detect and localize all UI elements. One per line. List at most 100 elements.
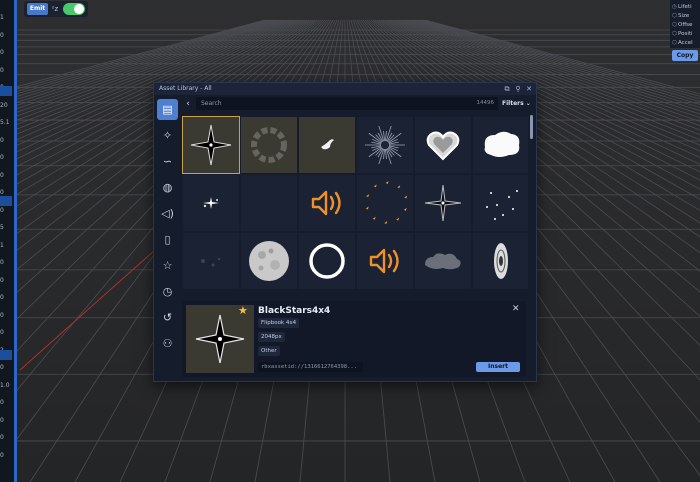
speaker-icon[interactable]: ◁): [157, 203, 178, 224]
property-value[interactable]: 1: [0, 242, 12, 249]
asset-thumbnail: [424, 184, 462, 222]
property-value[interactable]: 0: [0, 137, 12, 144]
asset-tile[interactable]: [473, 117, 528, 173]
property-value[interactable]: 0: [0, 277, 12, 284]
asset-thumbnail: [249, 241, 289, 281]
property-value[interactable]: 1.0: [0, 382, 12, 389]
history-icon[interactable]: ↺: [157, 307, 178, 328]
property-row[interactable]: ⬡Offse: [672, 22, 700, 30]
asset-tile[interactable]: [299, 175, 355, 231]
asset-tile[interactable]: [183, 233, 239, 289]
insert-button[interactable]: Insert: [476, 362, 520, 372]
chevron-down-icon: ⌄: [525, 100, 531, 107]
library-icon[interactable]: ▤: [157, 99, 178, 120]
property-value[interactable]: 0: [0, 67, 12, 74]
section-header[interactable]: [0, 86, 12, 96]
asset-thumbnail: [369, 248, 399, 274]
property-value[interactable]: 0: [0, 32, 12, 39]
property-value[interactable]: 0: [0, 364, 12, 371]
asset-thumbnail: [426, 131, 460, 161]
property-value[interactable]: 0: [0, 417, 12, 424]
emit-toggle[interactable]: [63, 3, 85, 15]
asset-thumbnail: [486, 190, 518, 220]
properties-panel-left: 10000205.1000005100000201.00000: [0, 0, 17, 482]
asset-thumbnail: [365, 125, 405, 165]
asset-tile[interactable]: [357, 233, 413, 289]
asset-thumbnail: [365, 181, 408, 224]
tag-chip: 2048px: [258, 332, 285, 342]
property-value[interactable]: 0: [0, 259, 12, 266]
copy-button[interactable]: Copy: [672, 50, 698, 61]
property-value[interactable]: 0: [0, 399, 12, 406]
popout-icon[interactable]: ⧉: [503, 84, 511, 94]
back-button[interactable]: ‹: [182, 97, 194, 111]
asset-thumbnail: [484, 131, 520, 157]
tag-chip: Flipbook 4x4: [258, 318, 300, 328]
asset-tile[interactable]: [473, 175, 528, 231]
property-value[interactable]: 1: [0, 14, 12, 21]
emit-button[interactable]: Emit: [27, 3, 48, 15]
curve-icon[interactable]: ∽: [157, 151, 178, 172]
user-icon[interactable]: ⚇: [157, 333, 178, 354]
filters-dropdown[interactable]: Filters ⌄: [502, 97, 534, 110]
search-input[interactable]: Search 14496: [196, 97, 498, 110]
favorite-star-icon[interactable]: ★: [238, 305, 248, 317]
asset-tile[interactable]: [299, 117, 355, 173]
property-value[interactable]: 0: [0, 154, 12, 161]
asset-tile[interactable]: [415, 117, 471, 173]
property-value[interactable]: 0: [0, 207, 12, 214]
property-value[interactable]: 0: [0, 294, 12, 301]
close-icon[interactable]: ✕: [525, 84, 533, 94]
property-value[interactable]: 0: [0, 452, 12, 459]
asset-tile[interactable]: [415, 175, 471, 231]
asset-tile[interactable]: [357, 117, 413, 173]
property-value[interactable]: 5: [0, 224, 12, 231]
script-icon[interactable]: ▯: [157, 229, 178, 250]
properties-panel-right: ◷Lifeti ⬡Size ⬡Offse ⬡Positi ⬡Accel: [670, 0, 700, 48]
panel-splitter[interactable]: [14, 0, 17, 482]
asset-tile[interactable]: [183, 175, 239, 231]
property-value[interactable]: 0: [0, 312, 12, 319]
asset-thumbnail: [190, 124, 232, 166]
property-value[interactable]: 20: [0, 102, 12, 109]
asset-thumbnail: [321, 139, 334, 150]
asset-tile[interactable]: [241, 117, 297, 173]
asset-tile[interactable]: [241, 175, 297, 231]
clock-icon[interactable]: ◷: [157, 281, 178, 302]
window-titlebar[interactable]: Asset Library - All ⧉ ⚲ ✕: [154, 83, 536, 95]
asset-tile[interactable]: [299, 233, 355, 289]
asset-details-panel: ★ BlackStars4x4 ✕ Flipbook 4x4 2048px Ot…: [182, 301, 526, 377]
sparkle-icon[interactable]: ✧: [157, 125, 178, 146]
property-value[interactable]: 0: [0, 329, 12, 336]
asset-thumbnail: [251, 127, 287, 163]
section-header[interactable]: [0, 350, 12, 360]
property-value[interactable]: 0: [0, 49, 12, 56]
category-sidebar: ▤ ✧ ∽ ◍ ◁) ▯ ☆ ◷ ↺ ⚇: [154, 95, 180, 381]
property-value[interactable]: 0: [0, 189, 12, 196]
asset-tile[interactable]: [241, 233, 297, 289]
asset-thumbnail: [311, 190, 341, 216]
sleep-icon[interactable]: ᶻz: [50, 3, 60, 15]
property-value[interactable]: 0: [0, 172, 12, 179]
property-row[interactable]: ⬡Size: [672, 13, 700, 21]
star-icon[interactable]: ☆: [157, 255, 178, 276]
asset-tile[interactable]: [473, 233, 528, 289]
grid-scrollbar[interactable]: [530, 115, 533, 139]
asset-library-window: Asset Library - All ⧉ ⚲ ✕ ▤ ✧ ∽ ◍ ◁) ▯ ☆…: [153, 82, 537, 382]
property-row[interactable]: ⬡Accel: [672, 40, 700, 48]
asset-id-field[interactable]: rbxassetid://1316612764398...: [258, 362, 363, 372]
globe-icon[interactable]: ◍: [157, 177, 178, 198]
section-header[interactable]: [0, 196, 12, 206]
property-row[interactable]: ⬡Positi: [672, 31, 700, 39]
pin-icon[interactable]: ⚲: [514, 84, 522, 94]
window-title: Asset Library - All: [159, 85, 212, 92]
search-row: ‹ Search 14496 Filters ⌄: [182, 97, 534, 111]
asset-tile[interactable]: [182, 116, 240, 174]
property-value[interactable]: 5.1: [0, 119, 12, 126]
asset-tile[interactable]: [415, 233, 471, 289]
asset-tile[interactable]: [357, 175, 413, 231]
property-row[interactable]: ◷Lifeti: [672, 4, 700, 12]
close-details-icon[interactable]: ✕: [512, 304, 520, 314]
asset-thumbnail: [494, 243, 508, 279]
property-value[interactable]: 0: [0, 434, 12, 441]
